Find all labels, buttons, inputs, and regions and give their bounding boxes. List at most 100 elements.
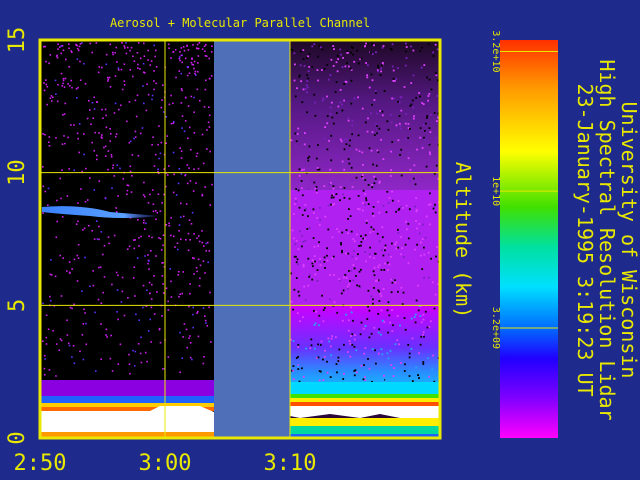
noise-speckle xyxy=(317,79,319,82)
noise-speckle xyxy=(383,152,386,154)
noise-speckle xyxy=(318,44,321,47)
noise-speckle xyxy=(424,138,427,141)
noise-speckle xyxy=(168,224,171,227)
noise-speckle xyxy=(408,356,411,359)
noise-speckle xyxy=(315,189,318,192)
noise-speckle xyxy=(347,52,349,54)
noise-speckle xyxy=(381,46,384,49)
noise-speckle xyxy=(81,170,83,173)
noise-speckle xyxy=(303,285,306,288)
institution-label: University of Wisconsin xyxy=(617,102,640,379)
y-tick-label: 10 xyxy=(5,159,30,186)
noise-speckle xyxy=(351,119,354,122)
noise-speckle xyxy=(423,253,426,256)
noise-speckle xyxy=(392,69,395,72)
noise-speckle xyxy=(388,263,391,266)
noise-speckle xyxy=(76,254,79,257)
noise-speckle xyxy=(415,299,418,302)
noise-speckle xyxy=(116,164,119,166)
noise-speckle xyxy=(347,329,350,332)
noise-speckle xyxy=(311,262,314,265)
noise-speckle xyxy=(302,88,305,91)
noise-speckle xyxy=(387,202,390,204)
noise-speckle xyxy=(317,245,319,247)
noise-speckle xyxy=(148,260,150,262)
noise-speckle xyxy=(362,189,365,192)
noise-speckle xyxy=(371,184,374,186)
noise-speckle xyxy=(195,267,198,269)
noise-speckle xyxy=(401,303,404,305)
noise-speckle xyxy=(343,187,346,189)
noise-speckle xyxy=(208,306,210,309)
noise-speckle xyxy=(143,181,145,184)
noise-speckle xyxy=(155,255,157,257)
noise-speckle xyxy=(398,122,401,125)
noise-speckle xyxy=(83,133,85,135)
noise-speckle xyxy=(85,167,87,170)
noise-speckle xyxy=(303,143,306,146)
noise-speckle xyxy=(353,374,356,377)
noise-speckle xyxy=(422,223,424,226)
noise-speckle xyxy=(121,88,124,91)
noise-speckle xyxy=(392,324,394,327)
noise-speckle xyxy=(329,106,332,109)
noise-speckle xyxy=(352,264,355,266)
noise-speckle xyxy=(310,338,313,341)
noise-speckle xyxy=(84,312,86,314)
noise-speckle xyxy=(395,210,397,213)
noise-speckle xyxy=(370,112,373,115)
noise-speckle xyxy=(46,103,48,106)
noise-speckle xyxy=(302,316,304,319)
noise-speckle xyxy=(81,42,83,44)
noise-speckle xyxy=(61,169,63,171)
noise-speckle xyxy=(178,56,181,58)
noise-speckle xyxy=(386,190,389,193)
noise-speckle xyxy=(380,333,382,336)
noise-speckle xyxy=(77,86,79,89)
noise-speckle xyxy=(417,284,419,287)
noise-speckle xyxy=(422,313,425,316)
noise-speckle xyxy=(179,147,181,149)
noise-speckle xyxy=(357,253,359,256)
noise-speckle xyxy=(410,142,412,145)
noise-speckle xyxy=(391,190,393,193)
noise-speckle xyxy=(176,242,179,245)
colorbar xyxy=(500,40,558,438)
noise-speckle xyxy=(397,228,399,231)
noise-speckle xyxy=(341,160,344,163)
noise-speckle xyxy=(44,358,46,360)
noise-speckle xyxy=(410,347,413,350)
noise-speckle xyxy=(372,298,374,301)
noise-speckle xyxy=(70,79,72,82)
boundary-layer-haze-left xyxy=(40,380,214,398)
noise-speckle xyxy=(331,194,333,197)
noise-speckle xyxy=(374,90,377,92)
noise-speckle xyxy=(372,270,375,273)
noise-speckle xyxy=(337,356,340,359)
noise-speckle xyxy=(327,78,330,81)
noise-speckle xyxy=(47,328,50,331)
noise-speckle xyxy=(367,289,370,292)
noise-speckle xyxy=(323,307,326,309)
noise-speckle xyxy=(428,223,431,226)
noise-speckle xyxy=(366,318,369,320)
noise-speckle xyxy=(395,78,398,80)
noise-speckle xyxy=(418,377,420,379)
noise-speckle xyxy=(364,379,367,381)
noise-speckle xyxy=(340,169,342,172)
noise-speckle xyxy=(397,200,400,203)
noise-speckle xyxy=(428,375,430,378)
noise-speckle xyxy=(372,228,375,231)
noise-speckle xyxy=(349,355,352,358)
noise-speckle xyxy=(75,88,78,90)
noise-speckle xyxy=(154,153,157,156)
noise-speckle xyxy=(386,120,389,123)
noise-speckle xyxy=(292,365,295,367)
noise-speckle xyxy=(126,248,129,250)
noise-speckle xyxy=(293,255,296,258)
noise-speckle xyxy=(202,362,205,365)
noise-speckle xyxy=(329,274,331,276)
noise-speckle xyxy=(188,337,190,339)
noise-speckle xyxy=(348,270,350,272)
noise-speckle xyxy=(354,334,356,336)
